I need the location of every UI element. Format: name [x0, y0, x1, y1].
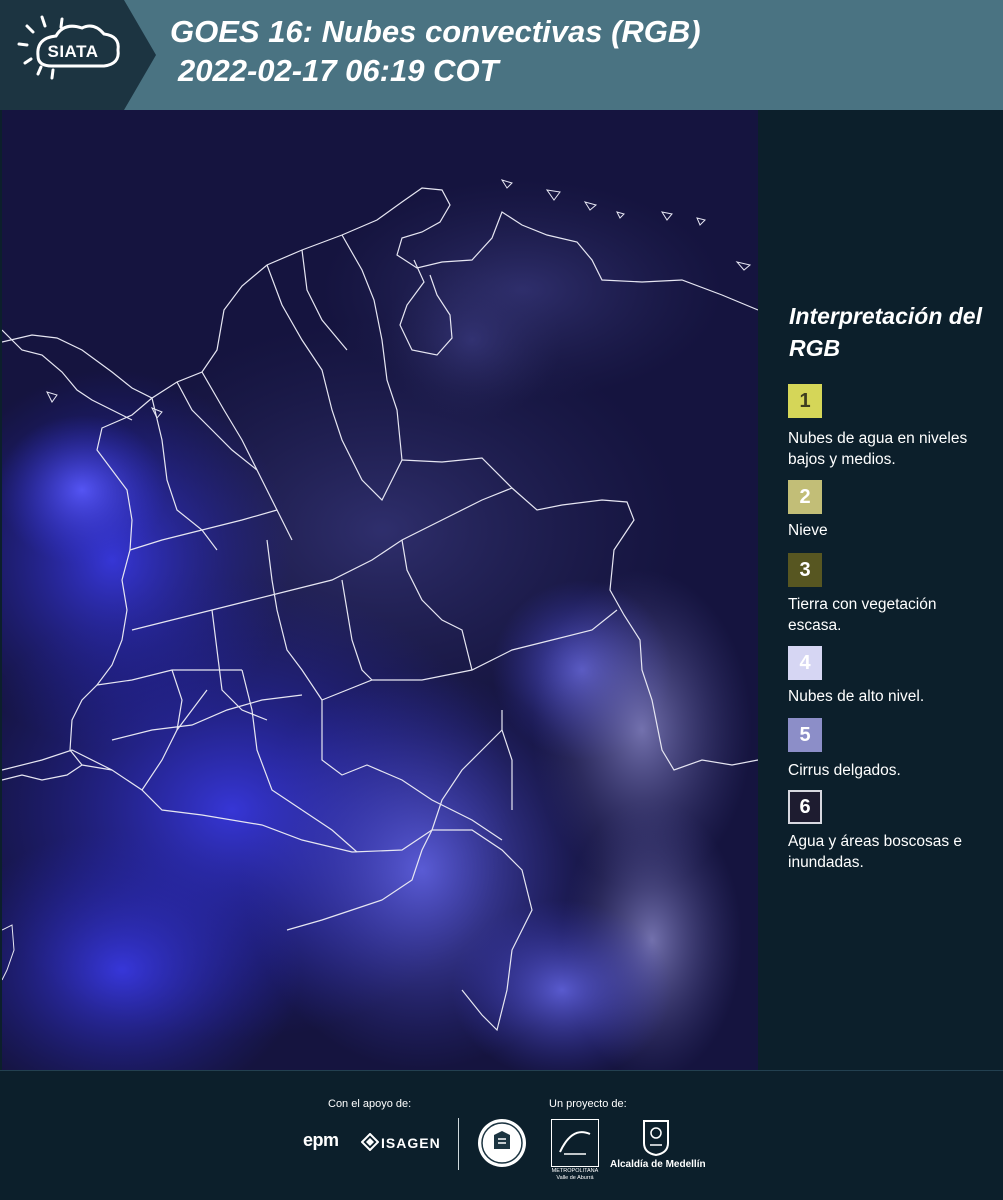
isagen-logo[interactable]: ISAGEN	[381, 1135, 441, 1151]
university-seal-icon[interactable]	[476, 1117, 528, 1169]
legend-number: 1	[799, 389, 811, 412]
medellin-text: Alcaldía de Medellín	[610, 1159, 706, 1170]
legend-label-4: Nubes de alto nivel.	[788, 688, 925, 705]
medellin-crest-icon[interactable]	[641, 1119, 671, 1157]
legend-label-3: Tierra con vegetación escasa.	[788, 596, 937, 634]
area-logo-icon	[559, 1131, 591, 1155]
satellite-map[interactable]	[2, 110, 758, 1070]
footer-bar: Con el apoyo de: Un proyecto de: epm ISA…	[0, 1070, 1003, 1200]
legend-label-1: Nubes de agua en niveles bajos y medios.	[788, 430, 968, 468]
footer-divider	[458, 1118, 459, 1170]
legend-label-6: Agua y áreas boscosas e inundadas.	[788, 833, 963, 871]
legend-label-5: Cirrus delgados.	[788, 762, 901, 779]
legend-label-2: Nieve	[788, 522, 828, 539]
legend-number: 2	[799, 485, 811, 508]
page-title: GOES 16: Nubes convectivas (RGB)	[170, 14, 701, 49]
support-caption: Con el apoyo de:	[328, 1098, 412, 1110]
legend-number: 4	[799, 651, 811, 674]
page-timestamp: 2022-02-17 06:19 COT	[178, 53, 499, 88]
legend-number: 3	[799, 558, 811, 581]
legend-swatch-1: 1	[788, 384, 822, 418]
header-bar: SIATA GOES 16: Nubes convectivas (RGB) 2…	[0, 0, 1003, 110]
legend-swatch-3: 3	[788, 553, 822, 587]
project-caption: Un proyecto de:	[549, 1098, 627, 1110]
legend-title: Interpretación del RGB	[789, 303, 982, 361]
area-metropolitana-logo[interactable]	[551, 1119, 599, 1167]
isagen-icon	[361, 1133, 379, 1151]
legend-swatch-2: 2	[788, 480, 822, 514]
logo-text: SIATA	[47, 42, 99, 61]
legend-swatch-4: 4	[788, 646, 822, 680]
rgb-legend: Interpretación del RGB 1 Nubes de agua e…	[775, 110, 1003, 1070]
legend-swatch-5: 5	[788, 718, 822, 752]
legend-number: 6	[799, 795, 811, 818]
legend-swatch-6: 6	[788, 790, 822, 824]
legend-number: 5	[799, 723, 811, 746]
map-image	[2, 110, 758, 1070]
siata-logo[interactable]: SIATA	[0, 0, 158, 110]
area-metropolitana-text: METROPOLITANA Valle de Aburrá	[551, 1168, 599, 1181]
epm-logo[interactable]: epm	[303, 1130, 339, 1151]
